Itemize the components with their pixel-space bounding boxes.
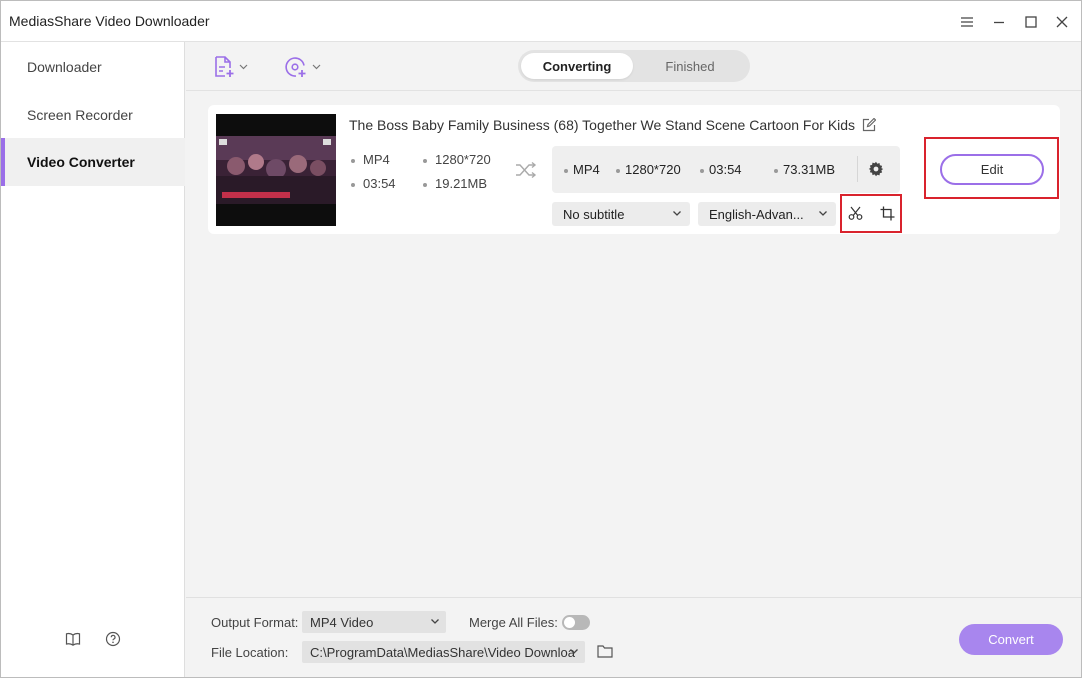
- title-bar: MediasShare Video Downloader: [1, 1, 1081, 42]
- output-format-label: Output Format:: [211, 615, 299, 630]
- chevron-down-icon: [819, 211, 827, 216]
- file-location-label: File Location:: [211, 645, 289, 660]
- chevron-down-icon: [673, 211, 681, 216]
- app-title: MediasShare Video Downloader: [9, 13, 210, 29]
- chevron-down-icon: [570, 649, 578, 654]
- gear-icon[interactable]: [868, 161, 884, 180]
- book-icon[interactable]: [63, 629, 83, 649]
- chevron-down-icon: [312, 64, 321, 70]
- output-settings[interactable]: MP4 1280*720 03:54 73.31MB: [552, 146, 900, 193]
- merge-toggle[interactable]: [562, 615, 590, 630]
- target-duration: 03:54: [700, 162, 742, 177]
- bottom-bar: Output Format: MP4 Video Merge All Files…: [186, 597, 1081, 677]
- sidebar-item-label: Downloader: [27, 59, 102, 75]
- merge-label: Merge All Files:: [469, 615, 558, 630]
- chevron-down-icon: [239, 64, 248, 70]
- convert-button[interactable]: Convert: [959, 624, 1063, 655]
- minimize-icon[interactable]: [986, 9, 1012, 35]
- video-thumbnail[interactable]: [216, 114, 336, 226]
- file-title: The Boss Baby Family Business (68) Toget…: [349, 117, 856, 133]
- folder-icon[interactable]: [597, 644, 613, 661]
- help-icon[interactable]: [103, 629, 123, 649]
- add-disc-button[interactable]: [284, 54, 321, 80]
- file-location-select[interactable]: C:\ProgramData\MediasShare\Video Downloa: [302, 641, 585, 663]
- add-file-icon: [215, 56, 234, 77]
- chevron-down-icon: [431, 619, 439, 624]
- close-icon[interactable]: [1049, 9, 1075, 35]
- sidebar-item-downloader[interactable]: Downloader: [1, 43, 185, 91]
- toggle-knob: [564, 617, 575, 628]
- source-duration: 03:54: [351, 176, 396, 191]
- sidebar: Downloader Screen Recorder Video Convert…: [1, 42, 185, 677]
- add-file-button[interactable]: [213, 54, 248, 80]
- sidebar-item-label: Video Converter: [27, 154, 135, 170]
- source-resolution: 1280*720: [423, 152, 491, 167]
- toolbar: Converting Finished: [186, 42, 1081, 91]
- target-format: MP4: [564, 162, 600, 177]
- sidebar-item-video-converter[interactable]: Video Converter: [1, 138, 185, 186]
- target-resolution: 1280*720: [616, 162, 681, 177]
- add-disc-icon: [285, 57, 306, 77]
- crop-icon[interactable]: [880, 206, 895, 224]
- audio-track-select[interactable]: English-Advan...: [698, 202, 836, 226]
- tab-converting[interactable]: Converting: [521, 53, 633, 79]
- status-tabs: Converting Finished: [518, 50, 750, 82]
- scissors-icon[interactable]: [848, 206, 863, 224]
- subtitle-select[interactable]: No subtitle: [552, 202, 690, 226]
- source-format: MP4: [351, 152, 390, 167]
- menu-icon[interactable]: [954, 9, 980, 35]
- edit-button[interactable]: Edit: [940, 154, 1044, 185]
- sidebar-item-label: Screen Recorder: [27, 107, 133, 123]
- sidebar-item-screen-recorder[interactable]: Screen Recorder: [1, 91, 185, 139]
- divider: [857, 156, 858, 182]
- shuffle-icon: [515, 161, 537, 182]
- target-size: 73.31MB: [774, 162, 835, 177]
- app-window: MediasShare Video Downloader Downloader …: [0, 0, 1082, 678]
- file-item: The Boss Baby Family Business (68) Toget…: [208, 105, 1060, 234]
- maximize-icon[interactable]: [1018, 9, 1044, 35]
- tab-finished[interactable]: Finished: [634, 53, 746, 79]
- source-size: 19.21MB: [423, 176, 487, 191]
- output-format-select[interactable]: MP4 Video: [302, 611, 446, 633]
- rename-icon[interactable]: [862, 117, 877, 135]
